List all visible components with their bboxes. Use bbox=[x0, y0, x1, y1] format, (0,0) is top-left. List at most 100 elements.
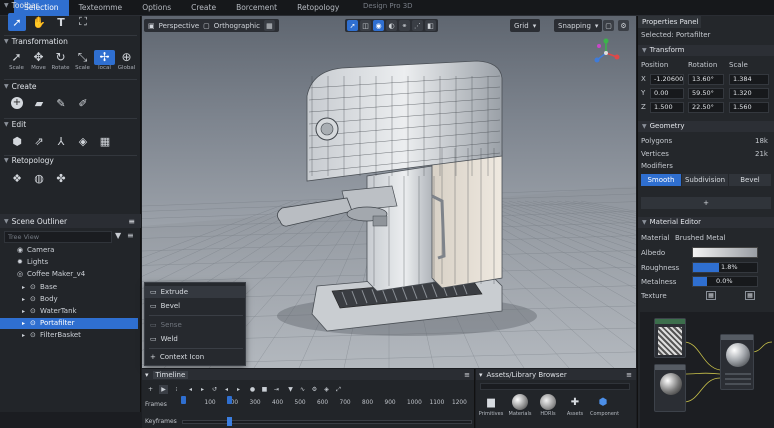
select-icon[interactable]: ➚ bbox=[347, 20, 358, 31]
filter-button[interactable]: ▼ bbox=[286, 385, 295, 394]
expand-button[interactable]: ⤢ bbox=[334, 385, 343, 394]
eye-icon[interactable]: ▸ bbox=[22, 294, 30, 305]
material-output-node[interactable] bbox=[720, 334, 754, 390]
hand-tool-button[interactable]: ✋ bbox=[30, 13, 48, 31]
extrude-button[interactable]: ⇗ bbox=[30, 132, 48, 150]
toolbar-header[interactable]: ▼ Toolbar bbox=[4, 1, 39, 10]
retopo-tool-2[interactable]: ◍ bbox=[30, 169, 48, 187]
grid-dropdown[interactable]: Grid ▾ bbox=[510, 19, 541, 32]
next-frame-button[interactable]: ▸ bbox=[198, 385, 207, 394]
curve-button[interactable]: ∿ bbox=[298, 385, 307, 394]
menu-item-sense[interactable]: ▭ Sense bbox=[145, 319, 245, 331]
roughness-slider[interactable]: 1.8% bbox=[692, 262, 758, 273]
transform-header[interactable]: ▼ Transform bbox=[638, 45, 774, 56]
smooth-modifier-button[interactable]: Smooth bbox=[641, 174, 681, 186]
create-header[interactable]: ▼ Create bbox=[4, 82, 37, 91]
assets-search[interactable] bbox=[480, 383, 630, 390]
list-icon[interactable]: ≡ bbox=[127, 231, 134, 240]
keyframe-marker[interactable] bbox=[227, 396, 232, 404]
node-graph[interactable] bbox=[640, 312, 774, 428]
orthographic-toggle[interactable]: Orthographic bbox=[214, 22, 260, 30]
pen-button[interactable]: ✎ bbox=[52, 94, 70, 112]
texture-browse-icon[interactable]: ▦ bbox=[745, 291, 755, 300]
eye-icon[interactable]: ▸ bbox=[22, 330, 30, 341]
key-in-button[interactable]: ◂ bbox=[222, 385, 231, 394]
texture-node[interactable] bbox=[654, 318, 686, 358]
edit-header[interactable]: ▼ Edit bbox=[4, 120, 26, 129]
metalness-slider[interactable]: 0.0% bbox=[692, 276, 758, 287]
asset-component[interactable]: ⬢ Component bbox=[590, 394, 619, 418]
menu-create[interactable]: Create bbox=[181, 0, 226, 16]
tree-item[interactable]: ◉ Camera bbox=[0, 245, 138, 256]
menu-item-context-icon[interactable]: + Context Icon bbox=[145, 351, 245, 363]
menu-item-bevel[interactable]: ▭ Bevel bbox=[145, 300, 245, 312]
asset-materials[interactable]: Materials bbox=[507, 394, 533, 417]
subdivision-modifier-button[interactable]: Subdivision bbox=[682, 174, 728, 186]
add-button[interactable]: + bbox=[8, 94, 26, 112]
position-field[interactable]: -1.20600 bbox=[650, 74, 684, 85]
prev-frame-button[interactable]: ◂ bbox=[186, 385, 195, 394]
rotation-field[interactable]: 59.50° bbox=[688, 88, 724, 99]
select-tool-button[interactable]: ➚ bbox=[8, 13, 26, 31]
rotation-field[interactable]: 22.50° bbox=[688, 102, 724, 113]
menu-item-extrude[interactable]: ▭ Extrude bbox=[145, 286, 245, 298]
albedo-swatch[interactable] bbox=[692, 247, 758, 258]
scale-field[interactable]: 1.384 bbox=[729, 74, 769, 85]
menu-icon[interactable]: ≡ bbox=[464, 371, 470, 379]
text-tool-button[interactable]: T bbox=[52, 13, 70, 31]
gear-icon[interactable]: ⚙ bbox=[618, 20, 629, 31]
link-icon[interactable]: ⚭ bbox=[399, 20, 410, 31]
position-field[interactable]: 1.500 bbox=[650, 102, 684, 113]
tree-item[interactable]: ▸ ⊙ Portafilter bbox=[0, 318, 138, 330]
assets-title[interactable]: Assets/Library Browser bbox=[487, 371, 567, 379]
menu-item-weld[interactable]: ▭ Weld bbox=[145, 333, 245, 345]
tree-item[interactable]: ✹ Lights bbox=[0, 257, 138, 268]
local-tool[interactable]: ✢ local bbox=[94, 50, 115, 71]
vertex-snap-icon[interactable]: ⋰ bbox=[412, 20, 423, 31]
add-modifier-button[interactable]: + bbox=[641, 197, 771, 209]
stop-button[interactable]: ■ bbox=[260, 385, 269, 394]
retopo-tool-1[interactable]: ❖ bbox=[8, 169, 26, 187]
tree-item[interactable]: ▸ ⊙ Base bbox=[0, 282, 138, 293]
scale-field[interactable]: 1.320 bbox=[729, 88, 769, 99]
material-icon[interactable]: ◐ bbox=[386, 20, 397, 31]
bevel-modifier-button[interactable]: Bevel bbox=[729, 174, 771, 186]
camera-view-icon[interactable]: ▢ bbox=[603, 20, 614, 31]
keyframe-track[interactable] bbox=[182, 420, 472, 424]
axis-gizmo[interactable] bbox=[591, 38, 621, 68]
texture-slot-icon[interactable]: ▦ bbox=[706, 291, 716, 300]
cube-button[interactable]: ⬢ bbox=[8, 132, 26, 150]
material-editor-header[interactable]: ▼ Material Editor bbox=[638, 217, 774, 228]
scale-box-tool[interactable]: ⤡ Scale bbox=[72, 50, 93, 71]
vertex-button[interactable]: ⅄ bbox=[52, 132, 70, 150]
key-button[interactable]: ⁝ bbox=[172, 385, 181, 394]
playhead-marker[interactable] bbox=[181, 396, 186, 404]
xray-icon[interactable]: ◧ bbox=[425, 20, 436, 31]
move-tool[interactable]: ✥ Move bbox=[28, 50, 49, 71]
lock-button[interactable]: ◈ bbox=[322, 385, 331, 394]
tree-item[interactable]: ▸ ⊙ WaterTank bbox=[0, 306, 138, 317]
open-folder-button[interactable]: ▰ bbox=[30, 94, 48, 112]
scale-tool[interactable]: ➚ Scale bbox=[6, 50, 27, 71]
tree-item[interactable]: ▸ ⊙ Body bbox=[0, 294, 138, 305]
menu-icon[interactable]: ≡ bbox=[626, 371, 632, 379]
filter-icon[interactable]: ▼ bbox=[115, 231, 121, 240]
perspective-toggle[interactable]: Perspective bbox=[159, 22, 200, 30]
brush-button[interactable]: ✐ bbox=[74, 94, 92, 112]
rotation-field[interactable]: 13.60° bbox=[688, 74, 724, 85]
box-button[interactable]: ◈ bbox=[74, 132, 92, 150]
layout-icon[interactable]: ▦ bbox=[263, 20, 275, 31]
material-value[interactable]: Brushed Metal bbox=[675, 234, 726, 242]
loop-button[interactable]: ↺ bbox=[210, 385, 219, 394]
transformation-header[interactable]: ▼ Transformation bbox=[4, 37, 68, 46]
properties-tab[interactable]: Properties Panel bbox=[638, 16, 701, 28]
play-button[interactable]: ▶ bbox=[159, 385, 168, 394]
add-key-button[interactable]: + bbox=[146, 385, 155, 394]
scale-field[interactable]: 1.560 bbox=[729, 102, 769, 113]
geometry-header[interactable]: ▼ Geometry bbox=[638, 121, 774, 132]
position-field[interactable]: 0.00 bbox=[650, 88, 684, 99]
menu-borcement[interactable]: Borcement bbox=[226, 0, 287, 16]
grid-button[interactable]: ▦ bbox=[96, 132, 114, 150]
timeline-title[interactable]: Timeline bbox=[152, 370, 189, 379]
menu-retopology[interactable]: Retopology bbox=[287, 0, 349, 16]
